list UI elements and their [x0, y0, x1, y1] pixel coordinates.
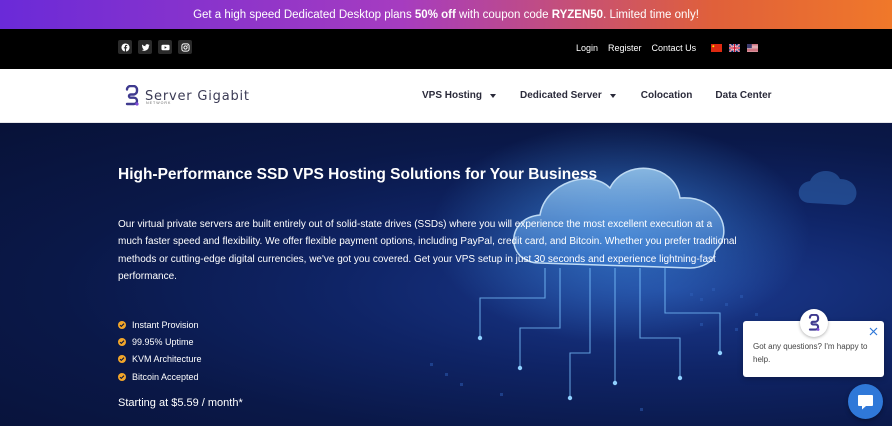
- check-icon: [118, 320, 126, 329]
- contact-us-link[interactable]: Contact Us: [652, 43, 697, 53]
- chat-message: Got any questions? I'm happy to help.: [753, 342, 868, 364]
- logo-tagline: NETWORK: [146, 101, 172, 105]
- site-logo[interactable]: Server Gigabit NETWORK: [124, 85, 250, 107]
- nav-item-label: Dedicated Server: [520, 90, 602, 101]
- chat-bubble-icon: [858, 394, 873, 409]
- nav-item-data-center[interactable]: Data Center: [715, 90, 771, 101]
- uk-flag-icon[interactable]: [729, 44, 740, 52]
- nav-item-label: Colocation: [640, 90, 693, 101]
- hero-description: Our virtual private servers are built en…: [118, 219, 737, 282]
- nav-menu: VPS Hosting Dedicated Server Colocation …: [422, 90, 772, 101]
- account-links: Login Register Contact Us: [576, 43, 696, 53]
- promo-text-suffix: . Limited time only!: [603, 8, 699, 21]
- promo-banner[interactable]: Get a high speed Dedicated Desktop plans…: [0, 0, 892, 29]
- promo-text-middle: with coupon code: [455, 8, 552, 21]
- caret-down-icon: [609, 93, 616, 98]
- list-item: KVM Architecture: [118, 351, 202, 368]
- check-icon: [118, 355, 126, 364]
- starting-price: Starting at $5.59 / month*: [118, 397, 243, 409]
- register-link[interactable]: Register: [608, 43, 642, 53]
- nav-item-colocation[interactable]: Colocation: [641, 90, 693, 101]
- feature-label: Bitcoin Accepted: [132, 371, 199, 382]
- feature-label: Instant Provision: [132, 319, 199, 330]
- instagram-icon[interactable]: [178, 40, 192, 54]
- language-flags: [711, 44, 758, 52]
- nav-item-label: VPS Hosting: [422, 90, 483, 101]
- us-flag-icon[interactable]: [747, 44, 758, 52]
- feature-list: Instant Provision 99.95% Uptime KVM Arch…: [118, 316, 202, 385]
- chat-agent-avatar: [800, 309, 828, 337]
- list-item: Bitcoin Accepted: [118, 368, 202, 385]
- caret-down-icon: [490, 93, 497, 98]
- close-icon[interactable]: [869, 327, 878, 336]
- hero-title: High-Performance SSD VPS Hosting Solutio…: [118, 166, 598, 183]
- feature-label: KVM Architecture: [132, 354, 202, 365]
- nav-item-vps-hosting[interactable]: VPS Hosting: [422, 90, 497, 101]
- promo-text: Get a high speed Dedicated Desktop plans: [193, 8, 415, 21]
- list-item: 99.95% Uptime: [118, 333, 202, 350]
- promo-discount: 50% off: [414, 8, 456, 21]
- check-icon: [118, 337, 126, 346]
- social-links: [118, 40, 192, 54]
- feature-label: 99.95% Uptime: [132, 336, 194, 347]
- hero-section: High-Performance SSD VPS Hosting Solutio…: [0, 123, 892, 426]
- login-link[interactable]: Login: [576, 43, 598, 53]
- facebook-icon[interactable]: [118, 40, 132, 54]
- nav-item-label: Data Center: [715, 90, 772, 101]
- check-icon: [118, 372, 126, 381]
- chat-launcher-button[interactable]: [848, 384, 883, 419]
- list-item: Instant Provision: [118, 316, 202, 333]
- main-navigation: Server Gigabit NETWORK VPS Hosting Dedic…: [0, 69, 892, 123]
- youtube-icon[interactable]: [158, 40, 172, 54]
- twitter-icon[interactable]: [138, 40, 152, 54]
- nav-item-dedicated-server[interactable]: Dedicated Server: [520, 90, 616, 101]
- logo-mark-icon: [125, 85, 139, 106]
- promo-code: RYZEN50: [551, 8, 604, 21]
- top-bar: Login Register Contact Us: [0, 29, 892, 69]
- china-flag-icon[interactable]: [711, 44, 722, 52]
- logo-mark-icon: [808, 314, 820, 331]
